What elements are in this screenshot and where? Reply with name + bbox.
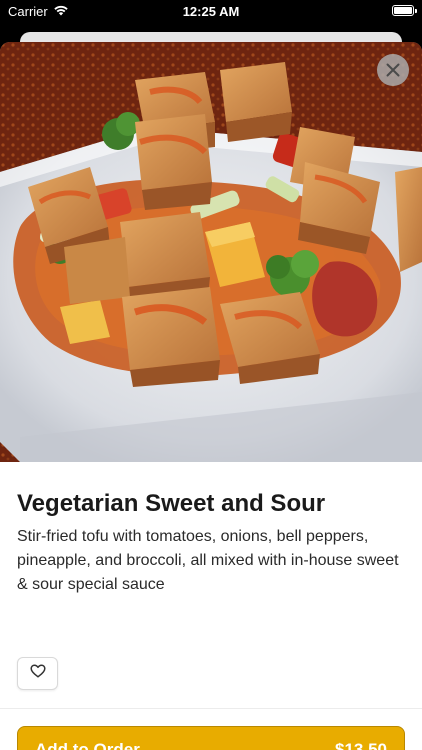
add-to-order-label: Add to Order: [35, 740, 140, 750]
item-photo: [0, 42, 422, 462]
divider: [0, 708, 422, 709]
favorite-button[interactable]: [17, 657, 58, 690]
battery-nub: [415, 9, 417, 13]
item-title: Vegetarian Sweet and Sour: [17, 490, 326, 517]
food-illustration: [0, 42, 422, 462]
app-screen: Carrier 12:25 AM Vegetarian Sweet and So…: [0, 0, 422, 750]
close-button[interactable]: [377, 54, 409, 86]
add-to-order-button[interactable]: Add to Order $13.50: [17, 726, 405, 750]
item-description: Stir-fried tofu with tomatoes, onions, b…: [17, 528, 399, 593]
item-detail-sheet: Vegetarian Sweet and Sour Stir-fried tof…: [0, 42, 422, 750]
heart-icon: [29, 664, 46, 683]
close-icon: [386, 63, 400, 77]
battery-icon: [392, 5, 414, 16]
battery-level: [394, 7, 412, 14]
status-bar: Carrier 12:25 AM: [0, 0, 422, 24]
status-time: 12:25 AM: [182, 4, 240, 19]
item-price: $13.50: [335, 740, 387, 750]
